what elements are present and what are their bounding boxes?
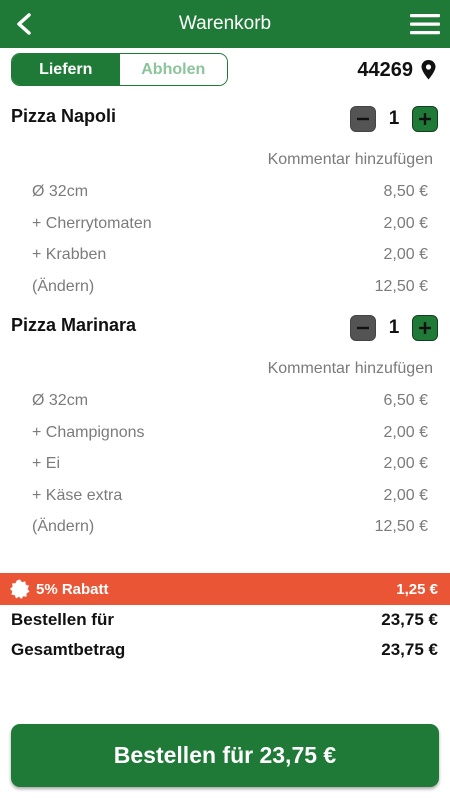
page-title: Warenkorb — [178, 13, 272, 34]
delivery-mode-toggle: Liefern Abholen — [11, 53, 228, 86]
increase-quantity-button[interactable] — [412, 315, 438, 341]
add-comment-link[interactable]: Kommentar hinzufügen — [268, 151, 433, 169]
option-price: 2,00 € — [383, 455, 428, 472]
back-button[interactable] — [8, 8, 40, 40]
list-item: + Champignons 2,00 € — [32, 424, 428, 442]
cart-item-name: Pizza Napoli — [11, 106, 117, 126]
item-subtotal: 12,50 € — [374, 518, 428, 535]
increase-quantity-button[interactable] — [412, 106, 438, 132]
list-item: Ø 32cm 8,50 € — [32, 183, 428, 201]
list-item: + Cherrytomaten 2,00 € — [32, 215, 428, 233]
option-price: 2,00 € — [383, 246, 428, 263]
order-for-row: Bestellen für 23,75 € — [11, 610, 438, 630]
plus-icon — [419, 113, 431, 125]
option-price: 2,00 € — [383, 215, 428, 232]
list-item: + Käse extra 2,00 € — [32, 487, 428, 505]
badge-icon — [10, 579, 30, 599]
quantity-value: 1 — [388, 108, 400, 129]
delivery-location[interactable]: 44269 — [357, 57, 436, 83]
quantity-value: 1 — [388, 317, 400, 338]
option-label: + Champignons — [32, 424, 145, 441]
total-label: Gesamtbetrag — [11, 640, 126, 659]
chevron-left-icon — [17, 13, 31, 35]
option-label: Ø 32cm — [32, 392, 89, 409]
option-label: Ø 32cm — [32, 183, 89, 200]
list-item: + Krabben 2,00 € — [32, 246, 428, 264]
edit-item-link[interactable]: (Ändern) — [32, 518, 94, 536]
option-label: + Cherrytomaten — [32, 215, 152, 232]
place-order-button[interactable]: Bestellen für 23,75 € — [11, 724, 439, 787]
quantity-stepper: 1 — [350, 315, 438, 341]
option-price: 6,50 € — [383, 392, 428, 409]
location-pin-icon — [421, 60, 436, 80]
decrease-quantity-button[interactable] — [350, 106, 376, 132]
option-label: + Ei — [32, 455, 61, 472]
minus-icon — [357, 117, 369, 121]
zip-code: 44269 — [357, 58, 413, 81]
hamburger-menu-icon — [410, 14, 440, 35]
item-subtotal: 12,50 € — [374, 278, 428, 295]
option-price: 2,00 € — [383, 424, 428, 441]
option-label: + Käse extra — [32, 487, 123, 504]
total-value: 23,75 € — [381, 640, 438, 659]
list-item: (Ändern) 12,50 € — [32, 518, 428, 536]
list-item: Ø 32cm 6,50 € — [32, 392, 428, 410]
tab-liefern[interactable]: Liefern — [12, 54, 120, 85]
option-label: + Krabben — [32, 246, 107, 263]
cart-item-name: Pizza Marinara — [11, 315, 137, 335]
option-price: 8,50 € — [383, 183, 428, 200]
quantity-stepper: 1 — [350, 106, 438, 132]
plus-icon — [419, 322, 431, 334]
discount-label: 5% Rabatt — [36, 580, 109, 598]
list-item: + Ei 2,00 € — [32, 455, 428, 473]
app-header: Warenkorb — [0, 0, 450, 48]
decrease-quantity-button[interactable] — [350, 315, 376, 341]
add-comment-link[interactable]: Kommentar hinzufügen — [268, 360, 433, 378]
order-for-value: 23,75 € — [381, 610, 438, 629]
tab-abholen[interactable]: Abholen — [119, 54, 227, 85]
option-price: 2,00 € — [383, 487, 428, 504]
discount-amount: 1,25 € — [396, 580, 438, 598]
discount-banner: 5% Rabatt 1,25 € — [0, 573, 450, 605]
list-item: (Ändern) 12,50 € — [32, 278, 428, 296]
edit-item-link[interactable]: (Ändern) — [32, 278, 94, 296]
minus-icon — [357, 326, 369, 330]
order-for-label: Bestellen für — [11, 610, 114, 629]
menu-button[interactable] — [408, 8, 442, 40]
total-row: Gesamtbetrag 23,75 € — [11, 640, 438, 660]
